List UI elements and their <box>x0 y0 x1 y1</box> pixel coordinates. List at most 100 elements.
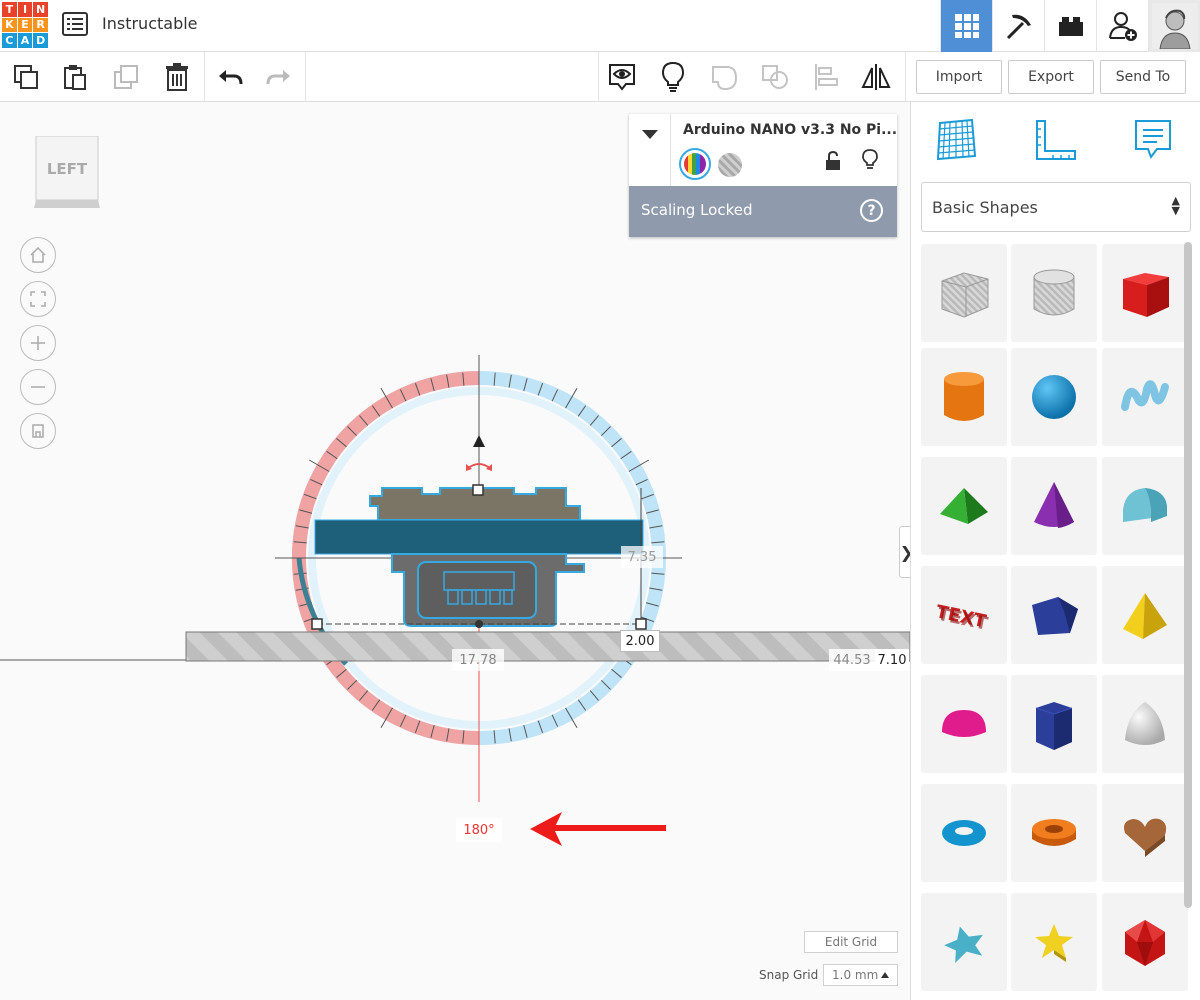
arduino-nano-model[interactable] <box>314 487 644 627</box>
shape-tile-half-sphere[interactable] <box>921 675 1007 773</box>
help-button[interactable]: ? <box>860 199 883 222</box>
export-button[interactable]: Export <box>1008 60 1094 94</box>
shape-tile-cylinder[interactable] <box>921 348 1007 446</box>
round-roof-icon <box>1123 488 1167 522</box>
top-bar: T I N K E R C A D Instructable <box>0 0 1200 52</box>
snap-grid-select[interactable]: 1.0 mm <box>823 964 898 986</box>
elevation-dimension-label[interactable]: 2.00 <box>620 630 660 652</box>
hatched-ground-shape <box>185 631 910 662</box>
corner-handle <box>311 618 323 630</box>
redo-icon <box>266 70 290 85</box>
ungroup-icon <box>762 65 788 89</box>
zoom-out-button[interactable] <box>20 369 56 405</box>
ruler-tool-button[interactable] <box>1032 116 1080 164</box>
duplicate-button[interactable] <box>109 60 143 94</box>
shape-tile-round-roof[interactable] <box>1102 457 1188 555</box>
view-cube-face-label: LEFT <box>46 160 88 178</box>
shape-tile-cone[interactable] <box>1011 457 1097 555</box>
prism-icon <box>1035 702 1073 750</box>
shape-tile-prism[interactable] <box>1011 675 1097 773</box>
undo-button[interactable] <box>213 60 247 94</box>
copy-button[interactable] <box>9 60 43 94</box>
group-button[interactable] <box>707 60 741 94</box>
shape-inspector: Arduino NANO v3.3 No Pi... Scaling Locke… <box>629 114 897 237</box>
shape-tile-cylinder-hole[interactable] <box>1011 244 1097 342</box>
shape-tile-heart[interactable] <box>1102 784 1188 882</box>
edit-toolbar: Import Export Send To <box>0 52 1200 102</box>
collapse-inspector-button[interactable] <box>629 114 671 186</box>
undo-icon <box>219 70 243 85</box>
paste-button[interactable] <box>58 60 92 94</box>
view-switcher <box>940 0 1200 52</box>
heart-icon <box>1124 818 1167 857</box>
home-view-button[interactable] <box>20 237 56 273</box>
hole-toggle-button[interactable] <box>717 152 743 178</box>
send-to-button[interactable]: Send To <box>1100 60 1186 94</box>
invite-user-button[interactable] <box>1096 0 1148 52</box>
note-bubble-icon <box>1135 120 1171 160</box>
shape-tile-star-flat[interactable] <box>921 893 1007 991</box>
box-icon <box>1123 273 1169 317</box>
edit-grid-button[interactable]: Edit Grid <box>804 931 898 953</box>
shape-tile-text[interactable]: TEXT TEXT <box>921 566 1007 664</box>
show-all-button[interactable] <box>605 60 639 94</box>
3d-design-view-button[interactable] <box>940 0 992 52</box>
shape-category-select[interactable]: Basic Shapes ▲ ▼ <box>921 182 1191 232</box>
shape-name: Arduino NANO v3.3 No Pi... <box>683 122 898 138</box>
shape-tile-star[interactable] <box>1011 893 1097 991</box>
tube-icon <box>1032 819 1076 846</box>
zoom-in-button[interactable] <box>20 325 56 361</box>
ortho-view-button[interactable] <box>20 413 56 449</box>
ungroup-button[interactable] <box>758 60 792 94</box>
width-dimension-label[interactable]: 17.78 <box>452 649 504 671</box>
visibility-button[interactable] <box>861 148 879 172</box>
height-dimension-label[interactable]: 7.35 <box>621 546 663 568</box>
shape-category-value: Basic Shapes <box>932 198 1038 217</box>
paraboloid-icon <box>1125 702 1165 745</box>
avatar-image-icon <box>1151 3 1198 49</box>
shape-tile-pyramid[interactable] <box>1102 566 1188 664</box>
copy-icon <box>14 65 38 89</box>
logo-letter: I <box>17 2 33 17</box>
workplane-viewport[interactable]: 7.35 2.00 17.78 44.53 7.10 180° LEFT Ard… <box>0 102 913 1000</box>
bricks-view-button[interactable] <box>1044 0 1096 52</box>
logo-letter: A <box>17 33 33 48</box>
unlock-icon <box>826 150 840 170</box>
user-avatar[interactable] <box>1148 0 1200 52</box>
align-button[interactable] <box>809 60 843 94</box>
shape-tile-torus[interactable] <box>921 784 1007 882</box>
view-cube[interactable]: LEFT <box>34 135 100 208</box>
secondary-dimension-label[interactable]: 7.10 <box>875 649 909 671</box>
redo-button[interactable] <box>262 60 296 94</box>
lock-button[interactable] <box>824 150 842 172</box>
fit-view-button[interactable] <box>20 281 56 317</box>
star-flat-icon <box>944 926 983 964</box>
shape-tile-polygon[interactable] <box>1011 566 1097 664</box>
shapes-scrollbar[interactable] <box>1184 242 1192 908</box>
shape-tile-box[interactable] <box>1102 244 1188 342</box>
shape-tile-scribble[interactable] <box>1102 348 1188 446</box>
tinkercad-logo[interactable]: T I N K E R C A D <box>2 2 48 48</box>
shape-tile-box-hole[interactable] <box>921 244 1007 342</box>
delete-button[interactable] <box>160 60 194 94</box>
import-button[interactable]: Import <box>916 60 1002 94</box>
shape-tile-sphere[interactable] <box>1011 348 1097 446</box>
mirror-button[interactable] <box>859 60 893 94</box>
shape-tile-tube[interactable] <box>1011 784 1097 882</box>
design-list-icon[interactable] <box>62 12 88 36</box>
shape-tile-icosahedron[interactable] <box>1102 893 1188 991</box>
shape-tile-paraboloid[interactable] <box>1102 675 1188 773</box>
logo-letter: C <box>2 33 17 48</box>
design-title[interactable]: Instructable <box>102 14 198 33</box>
trash-icon <box>166 63 188 91</box>
depth-dimension-label[interactable]: 44.53 <box>829 649 875 671</box>
logo-letter: E <box>17 17 33 33</box>
grid-icon <box>954 14 979 38</box>
notes-tool-button[interactable] <box>1129 116 1177 164</box>
solid-color-button[interactable] <box>679 148 711 180</box>
notes-button[interactable] <box>656 60 690 94</box>
shape-tile-roof[interactable] <box>921 457 1007 555</box>
blocks-view-button[interactable] <box>992 0 1044 52</box>
text-shape-icon: TEXT TEXT <box>934 601 990 635</box>
workplane-tool-button[interactable] <box>933 116 981 164</box>
